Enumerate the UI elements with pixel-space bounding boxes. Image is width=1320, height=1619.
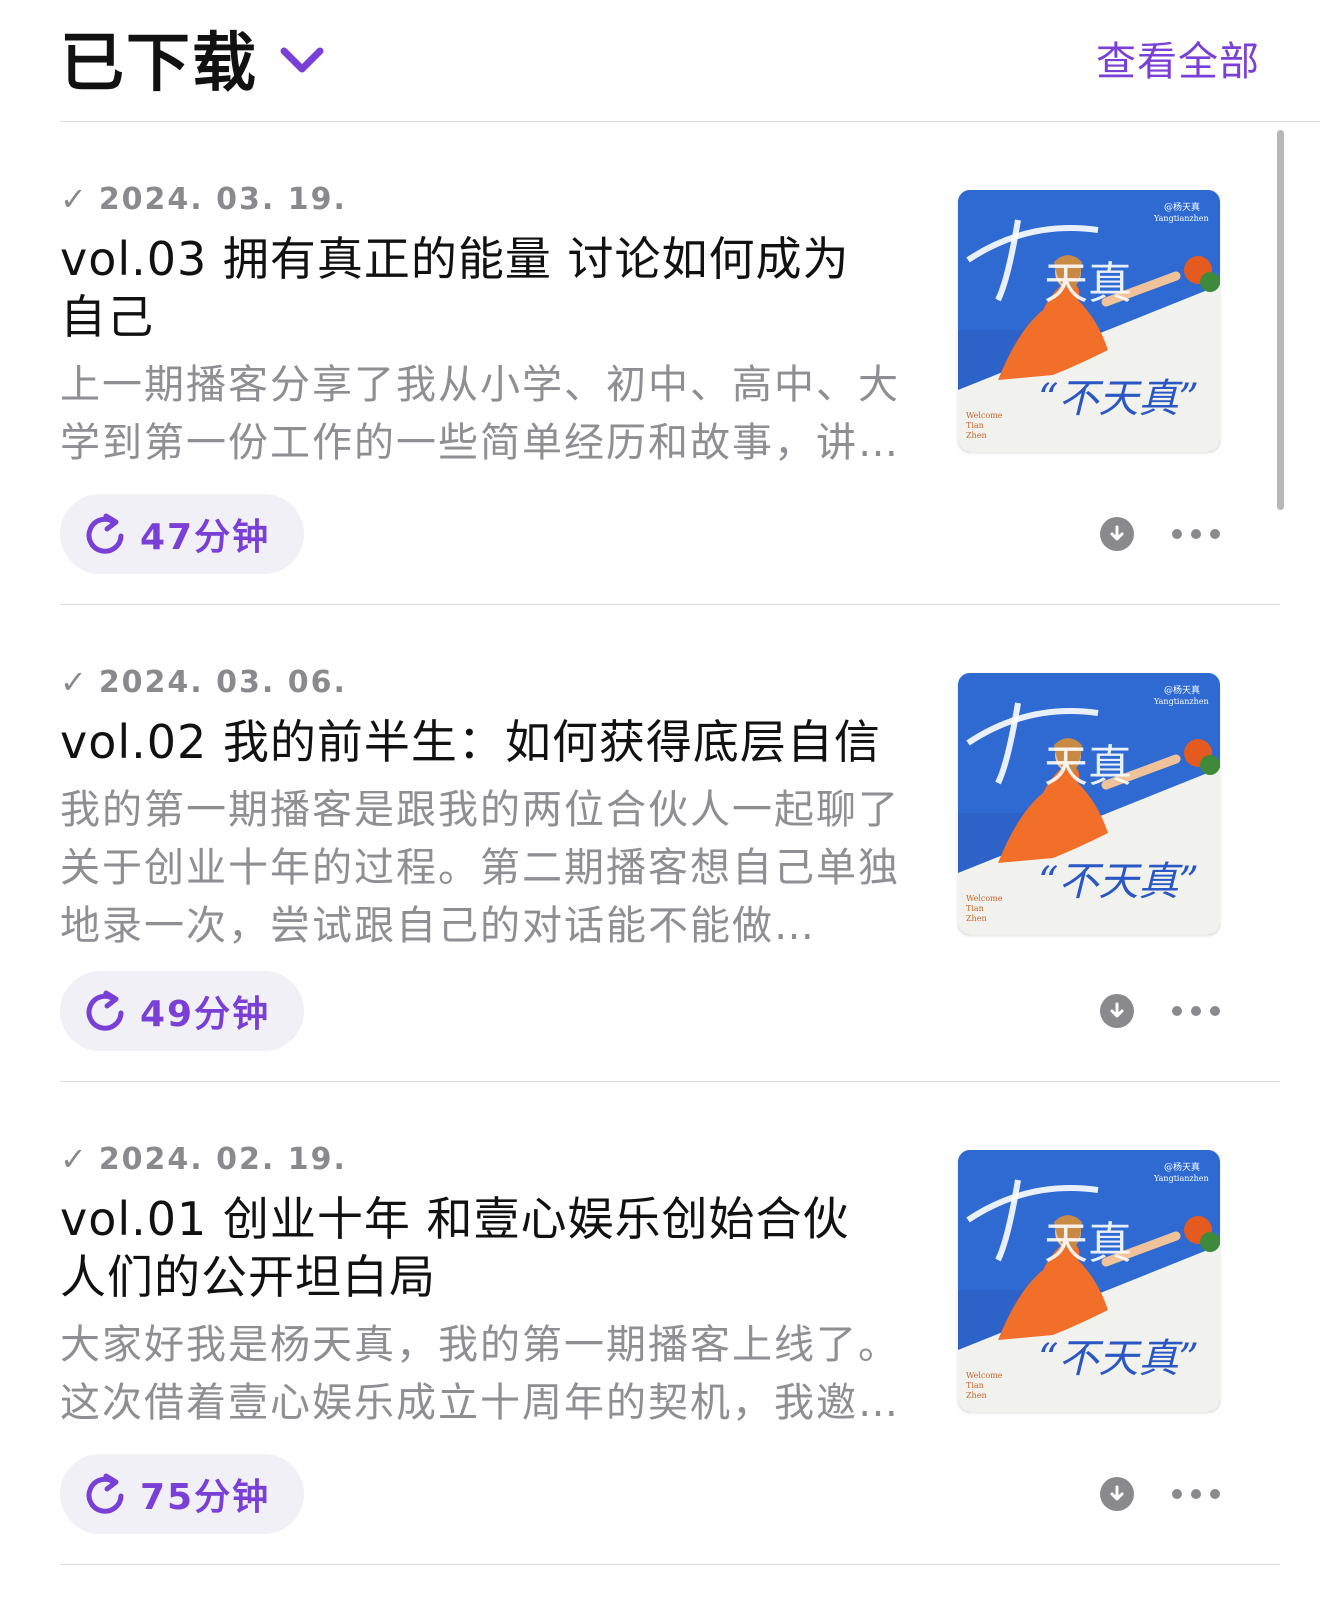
artwork-caption: Welcome	[966, 894, 1003, 903]
resume-icon	[86, 1473, 124, 1514]
episode-description: 上一期播客分享了我从小学、初中、高中、大学到第一份工作的一些简单经历和故事，讲…	[60, 362, 900, 466]
artwork-image: 天真 “不天真” @杨天真 Yangtianzhen Welcome Tian …	[958, 190, 1220, 452]
episode-date-text: 2024. 03. 06.	[98, 664, 347, 700]
episode-artwork[interactable]: 天真 “不天真” @杨天真 Yangtianzhen Welcome Tian …	[958, 673, 1220, 935]
artwork-caption: Tian	[966, 421, 984, 430]
episode-artwork[interactable]: 天真 “不天真” @杨天真 Yangtianzhen Welcome Tian …	[958, 190, 1220, 452]
header-divider	[60, 121, 1320, 122]
play-duration-button[interactable]: 49分钟	[60, 971, 305, 1051]
artwork-caption: Tian	[966, 904, 984, 913]
artwork-handle-sub: Yangtianzhen	[1153, 214, 1209, 223]
artwork-handle-sub: Yangtianzhen	[1153, 697, 1209, 706]
duration-label: 49分钟	[140, 994, 271, 1035]
header-left: 已下载	[60, 12, 326, 104]
artwork-handle-sub: Yangtianzhen	[1153, 1174, 1209, 1183]
artwork-caption: Welcome	[966, 1371, 1003, 1380]
artwork-script-bottom: “不天真”	[1038, 859, 1199, 905]
episode-item[interactable]: ✓ 2024. 02. 19. vol.01 创业十年 和壹心娱乐创始合伙人们的…	[60, 1140, 1260, 1550]
page-title: 已下载	[60, 27, 258, 101]
episode-date-text: 2024. 03. 19.	[98, 181, 347, 217]
artwork-caption: Zhen	[966, 914, 987, 923]
duration-label: 47分钟	[140, 517, 271, 558]
artwork-script-bottom: “不天真”	[1038, 1336, 1199, 1382]
see-all-link[interactable]: 查看全部	[1096, 29, 1260, 87]
episode-title[interactable]: vol.03 拥有真正的能量 讨论如何成为自己	[60, 230, 890, 346]
episode-description: 大家好我是杨天真，我的第一期播客上线了。这次借着壹心娱乐成立十周年的契机，我邀…	[60, 1322, 900, 1426]
artwork-handle: @杨天真	[1164, 684, 1200, 696]
play-duration-button[interactable]: 47分钟	[60, 494, 305, 574]
downloaded-icon[interactable]	[1100, 1477, 1134, 1511]
artwork-caption: Welcome	[966, 411, 1003, 420]
episode-date-text: 2024. 02. 19.	[98, 1141, 347, 1177]
play-duration-button[interactable]: 75分钟	[60, 1454, 305, 1534]
more-options-icon[interactable]	[1172, 994, 1220, 1028]
artwork-caption: Zhen	[966, 431, 987, 440]
divider	[60, 1564, 1280, 1565]
downloads-page: 已下载 查看全部 ✓ 2024. 03. 19. vol.03 拥有真正的能量 …	[0, 0, 1320, 1619]
more-options-icon[interactable]	[1172, 517, 1220, 551]
artwork-handle: @杨天真	[1164, 1161, 1200, 1173]
scrollbar[interactable]	[1277, 130, 1284, 510]
chevron-down-icon[interactable]	[278, 36, 326, 84]
divider	[60, 1081, 1280, 1082]
artwork-script-top: 天真	[1044, 741, 1132, 792]
artwork-image: 天真 “不天真” @杨天真 Yangtianzhen Welcome Tian …	[958, 673, 1220, 935]
artwork-caption: Tian	[966, 1381, 984, 1390]
episode-item[interactable]: ✓ 2024. 03. 19. vol.03 拥有真正的能量 讨论如何成为自己 …	[60, 180, 1260, 580]
episode-artwork[interactable]: 天真 “不天真” @杨天真 Yangtianzhen Welcome Tian …	[958, 1150, 1220, 1412]
artwork-script-top: 天真	[1044, 1218, 1132, 1269]
duration-label: 75分钟	[140, 1477, 271, 1518]
downloaded-icon[interactable]	[1100, 994, 1134, 1028]
divider	[60, 604, 1280, 605]
checkmark-icon: ✓	[60, 180, 89, 218]
artwork-handle: @杨天真	[1164, 201, 1200, 213]
artwork-script-bottom: “不天真”	[1038, 376, 1199, 422]
episode-title[interactable]: vol.01 创业十年 和壹心娱乐创始合伙人们的公开坦白局	[60, 1190, 890, 1306]
more-options-icon[interactable]	[1172, 1477, 1220, 1511]
downloaded-icon[interactable]	[1100, 517, 1134, 551]
checkmark-icon: ✓	[60, 1140, 89, 1178]
artwork-image: 天真 “不天真” @杨天真 Yangtianzhen Welcome Tian …	[958, 1150, 1220, 1412]
checkmark-icon: ✓	[60, 663, 89, 701]
header: 已下载 查看全部	[60, 18, 1260, 101]
resume-icon	[86, 990, 124, 1031]
artwork-caption: Zhen	[966, 1391, 987, 1400]
episode-description: 我的第一期播客是跟我的两位合伙人一起聊了关于创业十年的过程。第二期播客想自己单独…	[60, 787, 900, 949]
resume-icon	[86, 513, 124, 554]
episode-item[interactable]: ✓ 2024. 03. 06. vol.02 我的前半生：如何获得底层自信 我的…	[60, 663, 1260, 1063]
episode-title[interactable]: vol.02 我的前半生：如何获得底层自信	[60, 713, 920, 771]
artwork-script-top: 天真	[1044, 258, 1132, 309]
